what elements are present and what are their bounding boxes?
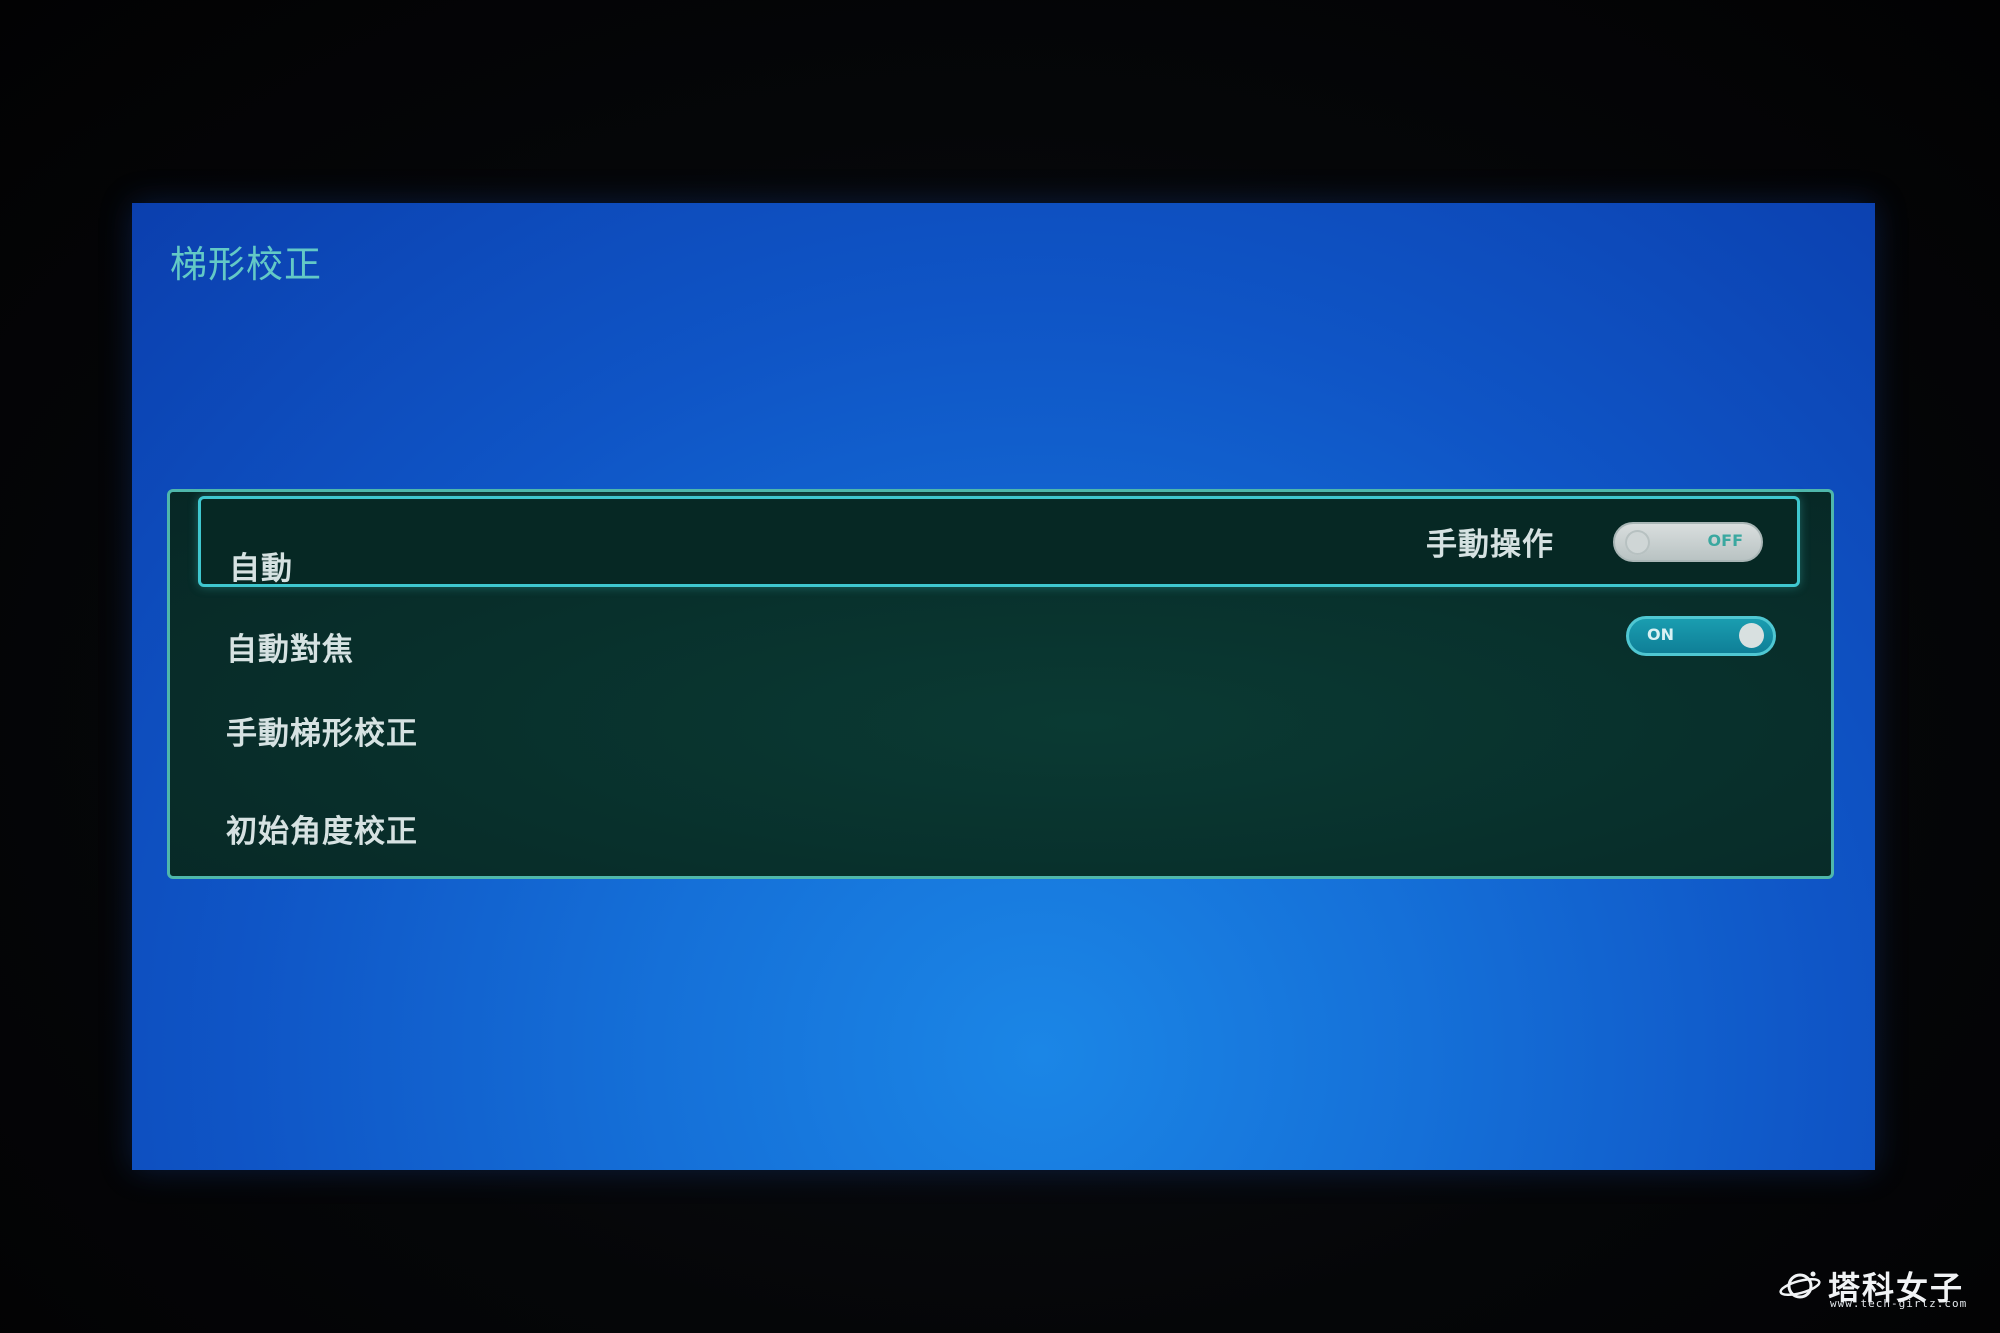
menu-item-autofocus[interactable]: 自動對焦 ON bbox=[198, 602, 1800, 678]
menu-item-label: 手動梯形校正 bbox=[226, 716, 418, 752]
menu-item-label: 自動對焦 bbox=[226, 632, 354, 668]
menu-item-label: 自動 bbox=[229, 551, 293, 587]
menu-item-label: 初始角度校正 bbox=[226, 814, 418, 850]
watermark: 塔科女子 www.tech-girlz.com bbox=[1778, 1261, 1978, 1311]
autofocus-toggle[interactable]: ON bbox=[1626, 616, 1776, 656]
watermark-url: www.tech-girlz.com bbox=[1830, 1297, 1968, 1310]
room-background: 梯形校正 自動 手動操作 OFF 自動對焦 ON 手動梯形校正 初始角度校正 塔… bbox=[0, 0, 2000, 1333]
planet-logo-icon bbox=[1779, 1271, 1821, 1299]
toggle-knob bbox=[1739, 623, 1764, 648]
menu-item-initial-angle[interactable]: 初始角度校正 bbox=[198, 782, 1800, 858]
projected-screen: 梯形校正 自動 手動操作 OFF 自動對焦 ON 手動梯形校正 初始角度校正 bbox=[132, 203, 1875, 1170]
page-title: 梯形校正 bbox=[170, 243, 322, 286]
manual-operation-label: 手動操作 bbox=[1426, 527, 1554, 563]
keystone-menu-panel: 自動 手動操作 OFF 自動對焦 ON 手動梯形校正 初始角度校正 bbox=[167, 489, 1834, 879]
toggle-state-text: OFF bbox=[1707, 531, 1743, 550]
toggle-state-text: ON bbox=[1647, 625, 1674, 644]
menu-item-auto[interactable]: 自動 手動操作 OFF bbox=[198, 496, 1800, 587]
toggle-knob bbox=[1625, 530, 1650, 555]
manual-operation-toggle[interactable]: OFF bbox=[1613, 522, 1763, 562]
menu-item-manual-keystone[interactable]: 手動梯形校正 bbox=[198, 687, 1800, 763]
